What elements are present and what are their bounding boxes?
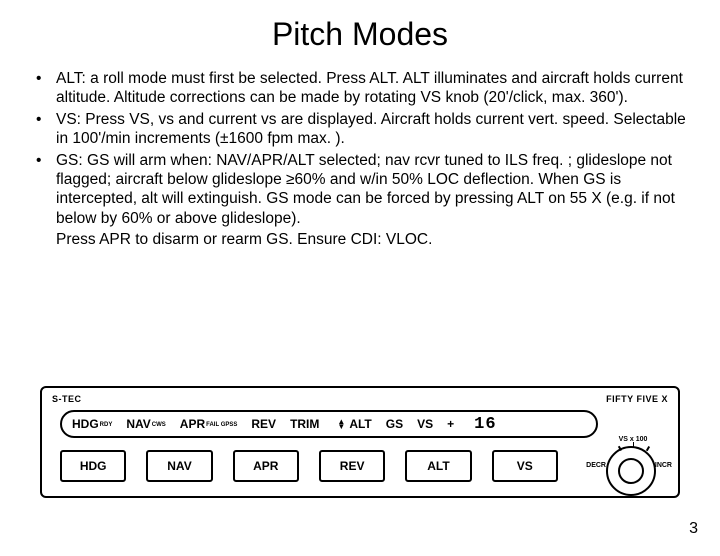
lcd-gs: GS bbox=[386, 417, 403, 431]
vs-button[interactable]: VS bbox=[492, 450, 558, 482]
bullet-list: ALT: a roll mode must first be selected.… bbox=[28, 69, 692, 228]
hdg-button[interactable]: HDG bbox=[60, 450, 126, 482]
lcd-hdg: HDG bbox=[72, 417, 99, 431]
bullet-item: ALT: a roll mode must first be selected.… bbox=[28, 69, 692, 108]
knob-label-decr: DECR bbox=[586, 462, 606, 469]
nav-button[interactable]: NAV bbox=[146, 450, 212, 482]
indent-line: Press APR to disarm or rearm GS. Ensure … bbox=[56, 230, 720, 249]
apr-button[interactable]: APR bbox=[233, 450, 299, 482]
rev-button[interactable]: REV bbox=[319, 450, 385, 482]
brand-right: FIFTY FIVE X bbox=[606, 394, 668, 404]
knob-label-incr: INCR bbox=[655, 462, 672, 469]
lcd-display: HDGRDY NAVCWS APRFAIL GPSS REV TRIM ▲▼ A… bbox=[60, 410, 598, 438]
bullet-item: VS: Press VS, vs and current vs are disp… bbox=[28, 110, 692, 149]
alt-button[interactable]: ALT bbox=[405, 450, 471, 482]
lcd-apr: APR bbox=[180, 417, 205, 431]
brand-left: S-TEC bbox=[52, 394, 82, 404]
page-title: Pitch Modes bbox=[0, 16, 720, 53]
lcd-trim: TRIM bbox=[290, 417, 319, 431]
lcd-nav-sub: CWS bbox=[152, 422, 166, 428]
page-number: 3 bbox=[689, 520, 698, 538]
trim-arrows-icon: ▲▼ bbox=[337, 419, 345, 429]
lcd-vs: VS bbox=[417, 417, 433, 431]
lcd-vs-sign: + bbox=[447, 417, 454, 431]
lcd-alt: ALT bbox=[349, 417, 371, 431]
lcd-nav: NAV bbox=[126, 417, 150, 431]
vs-knob[interactable] bbox=[606, 446, 656, 496]
lcd-apr-sub: FAIL GPSS bbox=[206, 422, 237, 428]
autopilot-panel: S-TEC FIFTY FIVE X HDGRDY NAVCWS APRFAIL… bbox=[40, 386, 680, 498]
bullet-item: GS: GS will arm when: NAV/APR/ALT select… bbox=[28, 151, 692, 229]
lcd-rev: REV bbox=[251, 417, 276, 431]
lcd-hdg-sub: RDY bbox=[100, 422, 113, 428]
button-row: HDG NAV APR REV ALT VS bbox=[60, 450, 558, 482]
lcd-vs-digits: 16 bbox=[474, 415, 496, 434]
